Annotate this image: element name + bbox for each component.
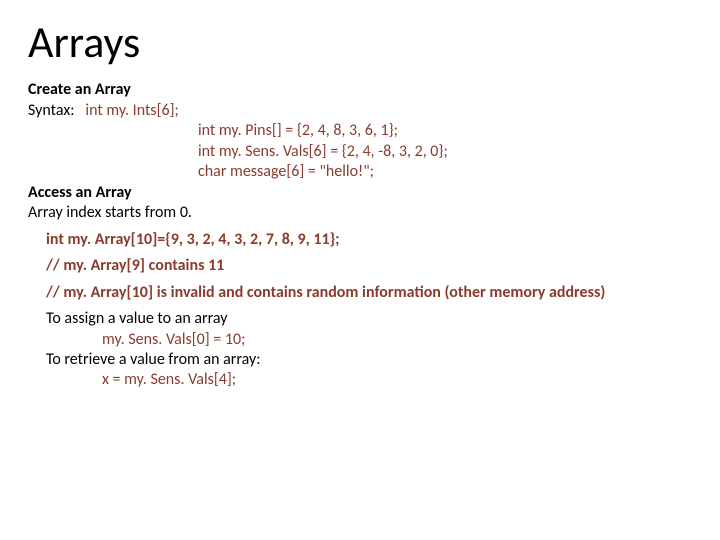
assign-section: To assign a value to an array my. Sens. … xyxy=(46,309,692,350)
assign-heading: To assign a value to an array xyxy=(46,309,692,329)
retrieve-heading: To retrieve a value from an array: xyxy=(46,350,692,370)
access-array-note: Array index starts from 0. xyxy=(28,203,692,223)
example-line-3: char message[6] = "hello!"; xyxy=(28,162,692,182)
retrieve-line: x = my. Sens. Vals[4]; xyxy=(46,370,692,390)
access-array-heading: Access an Array xyxy=(28,183,692,203)
code-declaration: int my. Array[10]={9, 3, 2, 4, 3, 2, 7, … xyxy=(46,230,692,250)
syntax-line: Syntax: int my. Ints[6]; xyxy=(28,101,692,121)
body-content: Create an Array Syntax: int my. Ints[6];… xyxy=(28,80,692,391)
code-block: int my. Array[10]={9, 3, 2, 4, 3, 2, 7, … xyxy=(28,230,692,391)
create-array-heading: Create an Array xyxy=(28,80,692,100)
code-comment-2: // my. Array[10] is invalid and contains… xyxy=(46,283,692,303)
page-title: Arrays xyxy=(28,18,692,66)
create-array-section: Create an Array Syntax: int my. Ints[6];… xyxy=(28,80,692,182)
example-line-1: int my. Pins[] = {2, 4, 8, 3, 6, 1}; xyxy=(28,121,692,141)
syntax-label: Syntax: xyxy=(28,101,75,120)
assign-line: my. Sens. Vals[0] = 10; xyxy=(46,330,692,350)
retrieve-section: To retrieve a value from an array: x = m… xyxy=(46,350,692,391)
access-array-section: Access an Array Array index starts from … xyxy=(28,183,692,224)
example-line-2: int my. Sens. Vals[6] = {2, 4, -8, 3, 2,… xyxy=(28,142,692,162)
slide: Arrays Create an Array Syntax: int my. I… xyxy=(0,0,720,540)
code-comment-1: // my. Array[9] contains 11 xyxy=(46,256,692,276)
syntax-code: int my. Ints[6]; xyxy=(85,101,178,120)
